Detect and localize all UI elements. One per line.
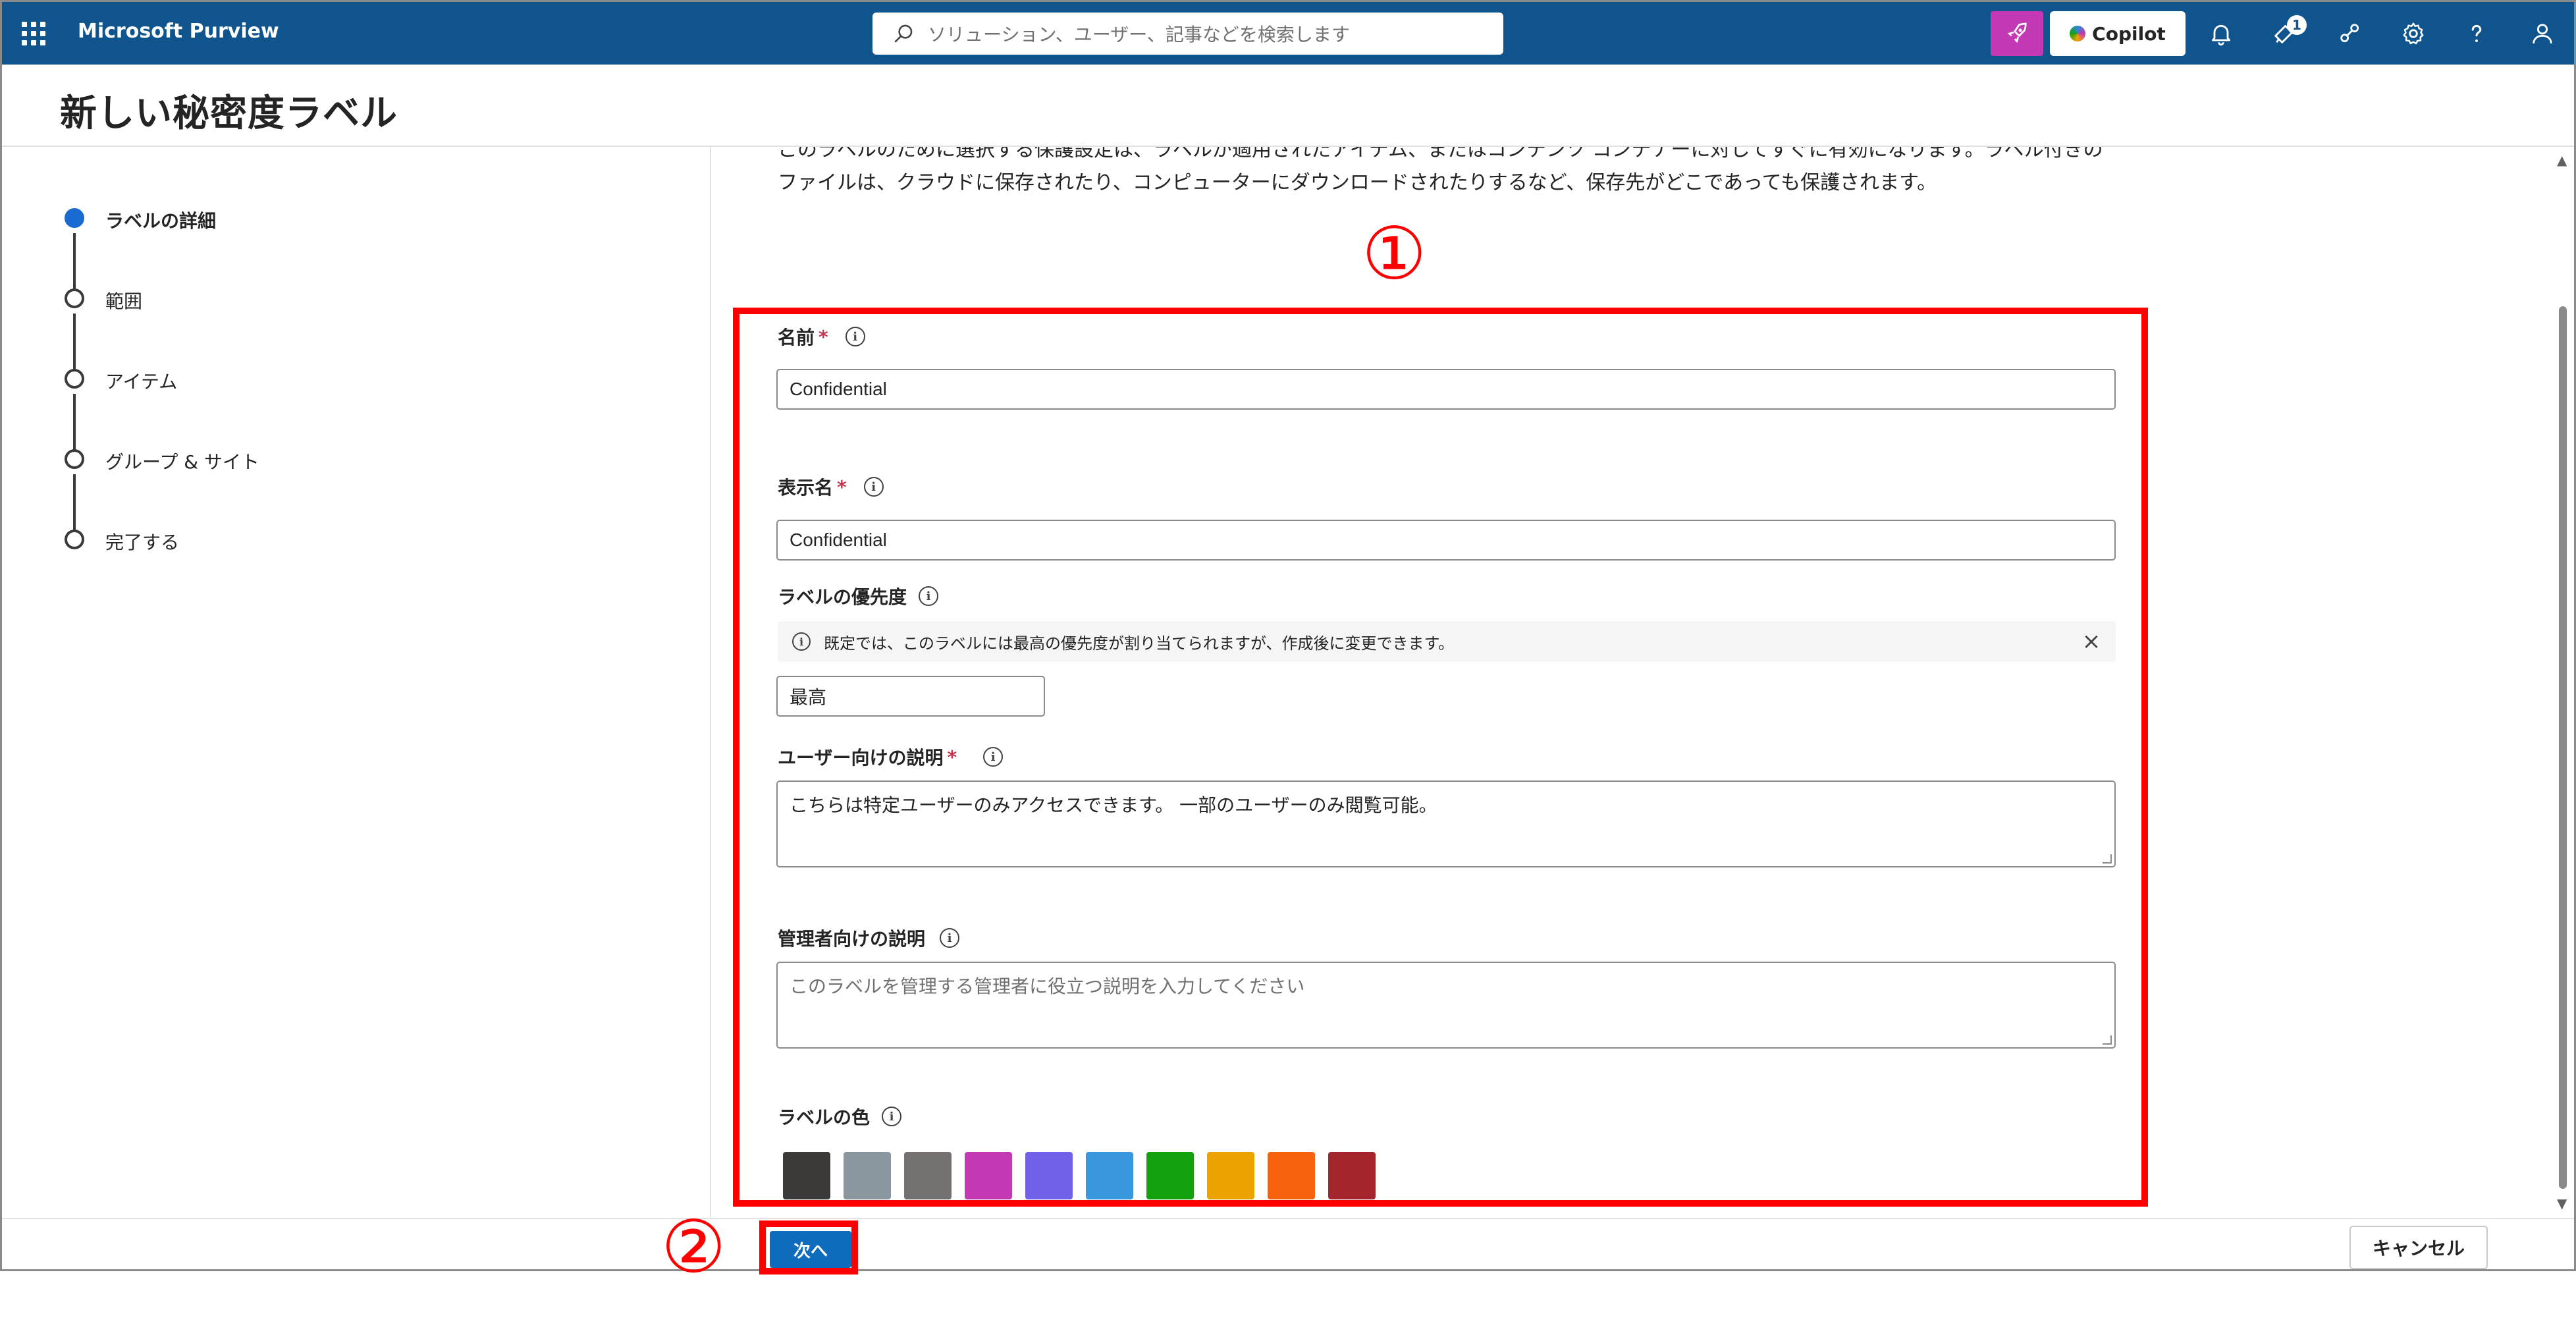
step-groups-sites[interactable]: グループ & サイト (65, 449, 259, 473)
annotation-marker-2: ② (661, 1205, 726, 1289)
copilot-button[interactable]: Copilot (2050, 11, 2186, 56)
step-items[interactable]: アイテム (65, 369, 177, 393)
annotation-box-next (759, 1220, 858, 1274)
help-icon[interactable] (2463, 20, 2490, 47)
step-pending-indicator (65, 530, 84, 549)
app-name[interactable]: Microsoft Purview (78, 20, 279, 43)
copilot-label: Copilot (2092, 22, 2166, 45)
step-pending-indicator (65, 369, 84, 389)
step-connector (73, 233, 76, 294)
intro-text: このラベルのために選択する保護設定は、ラベルが適用されたアイテム、またはコンテン… (778, 147, 2103, 194)
step-label: グループ & サイト (105, 451, 259, 473)
search-box[interactable]: ソリューション、ユーザー、記事などを検索します (872, 13, 1503, 55)
bell-icon[interactable] (2208, 20, 2234, 47)
step-connector (73, 474, 76, 535)
step-label: アイテム (105, 371, 178, 393)
gear-icon[interactable] (2400, 20, 2427, 47)
step-scope[interactable]: 範囲 (65, 288, 142, 312)
footer-divider (2, 1218, 2574, 1219)
scroll-up-arrow[interactable]: ▲ (2557, 152, 2567, 168)
share-nodes-icon[interactable] (2337, 20, 2363, 47)
step-label: ラベルの詳細 (105, 210, 217, 232)
step-pending-indicator (65, 449, 84, 469)
step-label: 完了する (105, 532, 180, 553)
user-account-icon[interactable] (2529, 20, 2556, 47)
page-title: 新しい秘密度ラベル (60, 92, 398, 135)
step-pending-indicator (65, 288, 84, 308)
search-placeholder: ソリューション、ユーザー、記事などを検索します (928, 24, 1350, 45)
step-finish[interactable]: 完了する (65, 530, 179, 553)
app-launcher-icon[interactable] (22, 22, 45, 45)
step-label-details[interactable]: ラベルの詳細 (65, 208, 216, 232)
step-label: 範囲 (105, 290, 143, 312)
annotation-box-form (733, 308, 2148, 1207)
intro-clip: このラベルのために選択する保護設定は、ラベルが適用されたアイテム、またはコンテン… (778, 147, 2128, 239)
annotation-marker-1: ① (1362, 211, 1427, 296)
rocket-icon (2007, 22, 2027, 43)
scrollbar-thumb[interactable] (2559, 306, 2567, 1189)
notification-badge: 1 (2287, 15, 2307, 35)
step-connector (73, 394, 76, 454)
step-current-indicator (65, 208, 84, 228)
search-icon (894, 24, 913, 43)
copilot-extension-button[interactable] (1991, 11, 2043, 56)
cancel-button[interactable]: キャンセル (2349, 1226, 2488, 1269)
copilot-icon (2070, 26, 2086, 41)
steps-divider (710, 147, 711, 1217)
top-bar: Microsoft Purview ソリューション、ユーザー、記事などを検索しま… (2, 2, 2574, 65)
scroll-down-arrow[interactable]: ▼ (2557, 1195, 2567, 1211)
step-connector (73, 314, 76, 374)
